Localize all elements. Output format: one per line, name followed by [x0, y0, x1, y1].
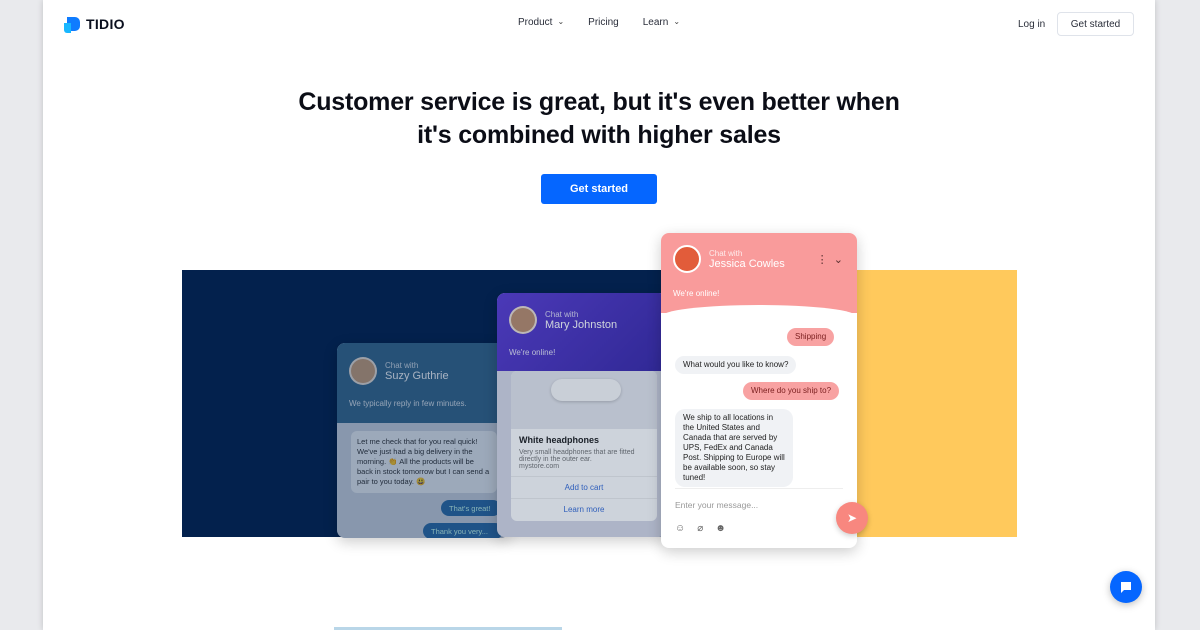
nav-item-product[interactable]: Product ⌄: [518, 17, 564, 28]
product-card: White headphones Very small headphones t…: [511, 371, 657, 521]
status-text: We typically reply in few minutes.: [349, 399, 467, 408]
more-options-icon[interactable]: ⋮ ⌄: [817, 253, 843, 266]
visitor-message: Thank you very...: [423, 523, 503, 538]
chat-bubble-icon: [1121, 582, 1131, 593]
chevron-down-icon: ⌄: [557, 17, 565, 26]
nav-item-pricing[interactable]: Pricing: [588, 17, 619, 28]
tidio-logo[interactable]: TIDIO: [64, 15, 125, 33]
learn-more-button[interactable]: Learn more: [511, 498, 657, 520]
headphones-image: [511, 371, 657, 429]
operator-name: Jessica Cowles: [709, 257, 785, 270]
product-title: White headphones: [519, 435, 600, 445]
avatar: [349, 357, 377, 385]
chat-card-suzy: Chat with Suzy Guthrie We typically repl…: [337, 343, 509, 538]
tidio-logo-icon: [64, 15, 80, 33]
chat-card-jessica: Chat with Jessica Cowles We're online! ⋮…: [661, 233, 857, 548]
visitor-message: Where do you ship to?: [743, 382, 840, 400]
login-link[interactable]: Log in: [1018, 19, 1045, 30]
divider: [675, 488, 843, 489]
operator-name: Mary Johnston: [545, 318, 618, 331]
chat-widget-button[interactable]: [1110, 571, 1142, 603]
status-text: We're online!: [509, 348, 556, 357]
headline-emphasis: even better: [698, 88, 830, 116]
status-text: We're online!: [673, 289, 720, 298]
hero-headline: Customer service is great, but it's even…: [43, 86, 1155, 152]
add-to-cart-button[interactable]: Add to cart: [511, 476, 657, 498]
attachment-icon[interactable]: ⌀: [697, 523, 703, 534]
product-description: Very small headphones that are fitted di…: [519, 449, 635, 463]
chat-tools: ☺ ⌀ ☻: [675, 523, 726, 534]
chat-header: Chat with Jessica Cowles We're online! ⋮…: [661, 233, 857, 319]
operator-message: Let me check that for you real quick! We…: [351, 431, 497, 493]
avatar: [673, 245, 701, 273]
headline-part: when: [829, 88, 900, 116]
nav-label: Product: [518, 17, 553, 28]
yellow-backdrop: [853, 270, 1017, 537]
chat-with-label: Chat with: [709, 248, 743, 258]
send-button[interactable]: ➤: [836, 502, 868, 534]
chat-header: Chat with Mary Johnston We're online!: [497, 293, 667, 371]
operator-message: We ship to all locations in the United S…: [675, 409, 793, 487]
visitor-message: Shipping: [787, 328, 835, 346]
chat-with-label: Chat with: [385, 360, 419, 370]
visitor-message: That's great!: [441, 500, 501, 516]
chevron-down-icon: ⌄: [673, 17, 681, 26]
page: TIDIO Product ⌄ Pricing Learn ⌄ Log in G…: [43, 0, 1155, 630]
chat-card-mary: Chat with Mary Johnston We're online! Wh…: [497, 293, 667, 537]
emoji-icon[interactable]: ☻: [715, 523, 726, 534]
operator-name: Suzy Guthrie: [385, 369, 449, 382]
send-icon: ➤: [846, 511, 858, 525]
chat-header: Chat with Suzy Guthrie We typically repl…: [337, 343, 509, 423]
operator-message: What would you like to know?: [675, 356, 797, 374]
product-store: mystore.com: [519, 463, 560, 470]
brand-name: TIDIO: [86, 16, 125, 32]
header-get-started-button[interactable]: Get started: [1057, 12, 1134, 36]
bot-icon[interactable]: ☺: [675, 523, 685, 534]
nav-label: Learn: [642, 17, 669, 28]
headline-part: Customer service is great, but it's: [298, 88, 699, 116]
message-input[interactable]: Enter your message...: [675, 500, 758, 510]
header-wave: [661, 305, 857, 319]
avatar: [509, 306, 537, 334]
chat-with-label: Chat with: [545, 309, 579, 319]
headline-line2: it's combined with higher sales: [417, 121, 781, 149]
nav-item-learn[interactable]: Learn ⌄: [643, 17, 680, 28]
hero-get-started-button[interactable]: Get started: [541, 174, 657, 204]
main-nav: Product ⌄ Pricing Learn ⌄: [518, 17, 680, 28]
nav-label: Pricing: [588, 17, 619, 28]
